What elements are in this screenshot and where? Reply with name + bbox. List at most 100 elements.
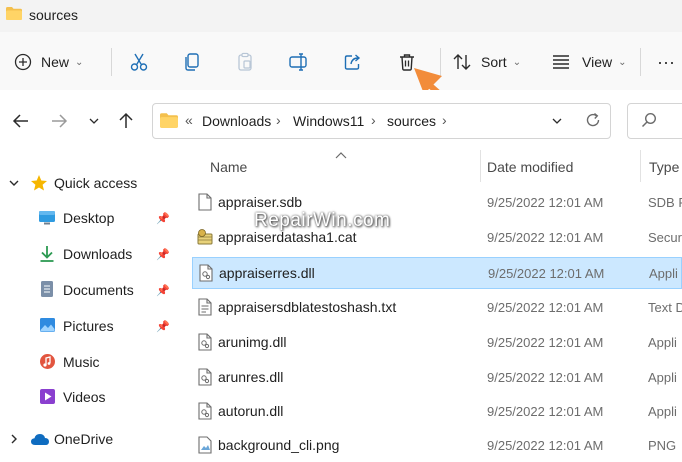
- pin-icon: 📌: [156, 321, 170, 333]
- nav-label: Music: [63, 354, 100, 370]
- chevron-down-icon[interactable]: [9, 178, 19, 188]
- nav-item-documents[interactable]: Documents 📌: [0, 273, 180, 307]
- desktop-icon: [39, 211, 55, 225]
- title-bar: [0, 0, 682, 32]
- new-label: New: [41, 54, 70, 70]
- cut-button[interactable]: [125, 48, 153, 76]
- column-divider[interactable]: [640, 150, 641, 182]
- file-type: Secur: [648, 230, 682, 245]
- view-icon: [553, 55, 569, 69]
- file-date: 9/25/2022 12:01 AM: [487, 404, 604, 419]
- copy-button[interactable]: [178, 48, 206, 76]
- nav-quick-access[interactable]: Quick access: [0, 166, 180, 200]
- window-title: sources: [29, 7, 79, 23]
- breadcrumb-windows11[interactable]: Windows11: [293, 113, 364, 129]
- file-type: SDB F: [648, 195, 682, 210]
- file-type: Appli: [649, 266, 678, 281]
- nav-item-music[interactable]: Music: [0, 345, 180, 379]
- up-arrow-icon[interactable]: [117, 112, 135, 130]
- view-button[interactable]: View ⌄: [551, 47, 626, 77]
- file-name: arunres.dll: [218, 369, 284, 385]
- toolbar-divider: [640, 48, 641, 76]
- rename-icon: [289, 53, 307, 71]
- back-arrow-icon[interactable]: [12, 112, 30, 130]
- nav-label: OneDrive: [54, 431, 114, 447]
- pictures-icon: [40, 318, 55, 332]
- watermark: RepairWin.com: [254, 210, 391, 231]
- breadcrumb-overflow[interactable]: «: [185, 112, 193, 128]
- refresh-icon[interactable]: [585, 112, 601, 128]
- file-type: Appli: [648, 335, 677, 350]
- file-date: 9/25/2022 12:01 AM: [487, 230, 604, 245]
- file-row[interactable]: background_cli.png 9/25/2022 12:01 AM PN…: [192, 430, 682, 462]
- column-header-type[interactable]: Type: [649, 159, 679, 175]
- file-row[interactable]: arunimg.dll 9/25/2022 12:01 AM Appli: [192, 327, 682, 359]
- nav-label: Documents: [63, 282, 134, 298]
- more-options-icon[interactable]: ···: [652, 48, 680, 76]
- chevron-down-icon: ⌄: [512, 56, 522, 68]
- file-name: appraisersdblatestoshash.txt: [218, 299, 397, 315]
- nav-label: Downloads: [63, 246, 133, 262]
- scissors-icon: [130, 53, 148, 71]
- file-date: 9/25/2022 12:01 AM: [487, 300, 604, 315]
- new-button[interactable]: New ⌄: [14, 47, 83, 77]
- nav-item-downloads[interactable]: Downloads 📌: [0, 237, 180, 271]
- dll-file-icon: [199, 264, 213, 282]
- folder-icon: [160, 113, 178, 128]
- nav-label: Videos: [63, 389, 106, 405]
- nav-label: Desktop: [63, 210, 115, 226]
- breadcrumb-downloads[interactable]: Downloads: [202, 113, 271, 129]
- file-date: 9/25/2022 12:01 AM: [487, 195, 604, 210]
- image-file-icon: [198, 436, 212, 454]
- sort-label: Sort: [481, 54, 507, 70]
- paste-button[interactable]: [231, 48, 259, 76]
- music-icon: [40, 354, 55, 369]
- column-header-name[interactable]: Name: [210, 159, 247, 175]
- share-button[interactable]: [339, 48, 367, 76]
- file-date: 9/25/2022 12:01 AM: [487, 335, 604, 350]
- dll-file-icon: [198, 402, 212, 420]
- paste-icon: [238, 52, 252, 71]
- document-icon: [41, 281, 53, 297]
- breadcrumb-sources[interactable]: sources: [387, 113, 436, 129]
- plus-circle-icon: [14, 53, 32, 71]
- chevron-right-icon[interactable]: [9, 434, 19, 444]
- cloud-icon: [31, 434, 49, 445]
- share-icon: [344, 54, 361, 70]
- address-dropdown-icon[interactable]: [552, 116, 562, 126]
- security-catalog-icon: [197, 229, 213, 245]
- rename-button[interactable]: [285, 48, 313, 76]
- file-name: background_cli.png: [218, 437, 340, 453]
- nav-item-onedrive[interactable]: OneDrive: [0, 426, 180, 460]
- pin-icon: 📌: [156, 249, 170, 261]
- file-row[interactable]: arunres.dll 9/25/2022 12:01 AM Appli: [192, 362, 682, 394]
- nav-item-videos[interactable]: Videos: [0, 380, 180, 414]
- column-header-date[interactable]: Date modified: [487, 159, 573, 175]
- star-icon: [31, 175, 47, 191]
- file-name: appraiserres.dll: [219, 265, 315, 281]
- breadcrumb-separator-icon[interactable]: ›: [442, 112, 447, 128]
- column-divider[interactable]: [480, 150, 481, 182]
- forward-arrow-icon[interactable]: [50, 112, 68, 130]
- chevron-down-icon: ⌄: [618, 56, 627, 68]
- file-name: appraiser.sdb: [218, 194, 303, 210]
- search-icon: [641, 112, 657, 128]
- file-row-selected[interactable]: appraiserres.dll 9/25/2022 12:01 AM Appl…: [192, 257, 682, 289]
- breadcrumb-separator-icon[interactable]: ›: [371, 112, 376, 128]
- breadcrumb-separator-icon[interactable]: ›: [276, 112, 281, 128]
- nav-item-pictures[interactable]: Pictures 📌: [0, 309, 180, 343]
- nav-item-desktop[interactable]: Desktop 📌: [0, 201, 180, 235]
- file-row[interactable]: appraisersdblatestoshash.txt 9/25/2022 1…: [192, 292, 682, 324]
- dll-file-icon: [198, 333, 212, 351]
- nav-label: Pictures: [63, 318, 114, 334]
- toolbar-divider: [111, 48, 112, 76]
- recent-locations-chevron-icon[interactable]: [89, 116, 99, 126]
- file-row[interactable]: autorun.dll 9/25/2022 12:01 AM Appli: [192, 396, 682, 428]
- text-file-icon: [198, 298, 212, 316]
- folder-icon: [6, 7, 22, 20]
- dll-file-icon: [198, 368, 212, 386]
- sort-ascending-icon: [335, 152, 347, 159]
- file-type: Text D: [648, 300, 682, 315]
- view-label: View: [582, 54, 613, 70]
- file-date: 9/25/2022 12:01 AM: [488, 266, 605, 281]
